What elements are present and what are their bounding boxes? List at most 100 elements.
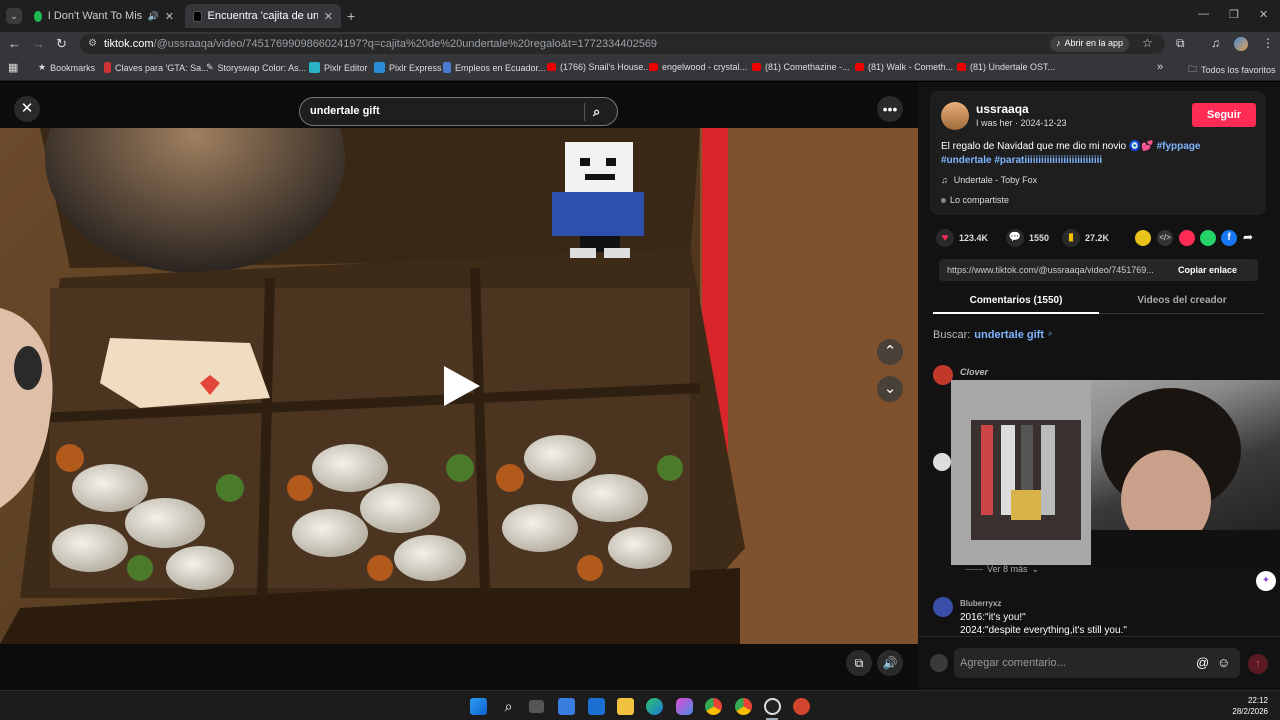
send-icon[interactable]: [1179, 230, 1195, 246]
reply-avatar[interactable]: [933, 453, 951, 471]
search-icon[interactable]: ⌕: [593, 98, 600, 125]
powerpoint-icon[interactable]: [793, 698, 810, 715]
reload-icon[interactable]: ↻: [56, 36, 67, 52]
bookmark-item[interactable]: Empleos en Ecuador...: [443, 62, 546, 73]
close-tab-icon[interactable]: ✕: [165, 10, 174, 23]
bookmarks-bar: ▦ ★ Bookmarks Claves para 'GTA: Sa... ✎ St…: [0, 56, 1280, 81]
hashtag[interactable]: #undertale #paratiiiiiiiiiiiiiiiiiiiiiii…: [941, 155, 1102, 166]
more-options-button[interactable]: •••: [877, 96, 903, 122]
search-icon[interactable]: ⌕: [500, 698, 517, 715]
bookmark-item[interactable]: ★ Bookmarks: [38, 62, 95, 73]
copy-link-button[interactable]: Copiar enlace: [1170, 259, 1258, 281]
bookmark-item[interactable]: (81) Undertale OST...: [957, 62, 1055, 72]
media-control-icon[interactable]: ♫: [1211, 36, 1220, 50]
bookmark-item[interactable]: (81) Comethazine -...: [752, 62, 850, 72]
comment-button[interactable]: 💬 1550: [1006, 229, 1049, 247]
follow-button[interactable]: Seguir: [1192, 103, 1256, 127]
star-icon: ★: [38, 62, 47, 72]
close-video-button[interactable]: ✕: [14, 96, 40, 122]
extensions-icon[interactable]: ⧉: [1176, 36, 1185, 51]
new-tab-button[interactable]: +: [347, 8, 355, 24]
youtube-icon: [547, 63, 556, 71]
close-tab-icon[interactable]: ✕: [324, 10, 333, 23]
play-icon[interactable]: [444, 366, 480, 406]
save-button[interactable]: ▮ 27.2K: [1062, 229, 1109, 247]
clock-date[interactable]: 28/2/2026: [1226, 707, 1268, 716]
video-sidebar: ussraaqa I was her · 2024-12-23 Seguir E…: [918, 82, 1280, 690]
like-button[interactable]: ♥ 123.4K: [936, 229, 988, 247]
taskbar: ⌕ 22:12 28/2/2026: [0, 690, 1280, 720]
maximize-button[interactable]: ❐: [1229, 8, 1239, 21]
picture-in-picture-button[interactable]: ⧉: [846, 650, 872, 676]
avatar[interactable]: [941, 102, 969, 130]
bookmark-item[interactable]: Pixlr Editor: [309, 62, 368, 73]
facebook-icon[interactable]: f: [1221, 230, 1237, 246]
search-term-link[interactable]: undertale gift: [974, 329, 1044, 341]
forward-icon[interactable]: →: [32, 36, 45, 51]
volume-icon[interactable]: 🔊: [877, 650, 903, 676]
obs-icon[interactable]: [764, 698, 781, 715]
file-explorer-icon[interactable]: [617, 698, 634, 715]
bookmark-item[interactable]: Claves para 'GTA: Sa...: [104, 62, 209, 73]
comment-input[interactable]: Agregar comentario... @ ☺: [954, 648, 1240, 678]
back-icon[interactable]: ←: [8, 36, 21, 51]
whatsapp-icon[interactable]: [1200, 230, 1216, 246]
search-label: Buscar:: [933, 329, 971, 341]
chrome-icon[interactable]: [705, 698, 722, 715]
profile-avatar[interactable]: [1234, 37, 1248, 51]
apps-grid-icon[interactable]: ▦: [8, 61, 18, 74]
store-icon[interactable]: [558, 698, 575, 715]
bookmark-item[interactable]: ✎ Storyswap Color: As...: [206, 62, 306, 73]
coin-icon[interactable]: [1135, 230, 1151, 246]
next-video-button[interactable]: ⌄: [877, 376, 903, 402]
minimize-button[interactable]: —: [1198, 8, 1209, 20]
all-favorites-folder[interactable]: 🗀 Todos los favoritos: [1188, 62, 1276, 78]
username[interactable]: ussraaqa: [976, 102, 1029, 116]
bookmark-item[interactable]: (81) Walk - Cometh...: [855, 62, 953, 72]
shared-label: Lo compartiste: [950, 195, 1010, 205]
post-comment-button[interactable]: ↑: [1248, 654, 1268, 674]
tab-spotify[interactable]: I Don't Want To Miss A Thin 🔊 ✕: [26, 4, 182, 28]
hashtag[interactable]: #fyppage: [1157, 141, 1201, 152]
tab-tiktok[interactable]: Encuentra 'cajita de undertale r ✕: [185, 4, 341, 28]
comment-username[interactable]: Bluberryxz: [960, 599, 1001, 608]
share-icon[interactable]: ➦: [1243, 230, 1253, 244]
webcam-scene: [951, 380, 1280, 565]
bookmark-item[interactable]: (1766) Snail's House...: [547, 62, 651, 72]
outlook-icon[interactable]: [588, 698, 605, 715]
music-title: Undertale - Toby Fox: [953, 175, 1038, 185]
see-more-replies[interactable]: Ver 8 más ⌄: [965, 564, 1039, 575]
bookmark-star-icon[interactable]: ☆: [1142, 36, 1153, 50]
open-app-chip[interactable]: ♪ Abrir en la app: [1050, 36, 1130, 52]
likes-count: 123.4K: [959, 233, 989, 243]
tab-creator-videos[interactable]: Videos del creador: [1099, 290, 1265, 314]
bookmark-item[interactable]: Pixlr Express: [374, 62, 442, 73]
edge-icon[interactable]: [646, 698, 663, 715]
mention-icon[interactable]: @: [1196, 648, 1209, 678]
embed-icon[interactable]: </>: [1157, 230, 1173, 246]
browser-menu-icon[interactable]: ⋮: [1262, 36, 1274, 50]
post-subtitle: I was her · 2024-12-23: [976, 118, 1067, 128]
close-window-button[interactable]: ✕: [1259, 8, 1268, 21]
clock-time[interactable]: 22:12: [1236, 696, 1268, 705]
more-bookmarks-icon[interactable]: »: [1157, 61, 1163, 73]
chrome-icon[interactable]: [735, 698, 752, 715]
bookmark-item[interactable]: engelwood - crystal...: [649, 62, 747, 72]
emoji-icon[interactable]: ☺: [1217, 648, 1230, 678]
tab-search-button[interactable]: ⌄: [6, 8, 22, 24]
floating-app-icon[interactable]: ✦: [1256, 571, 1276, 591]
music-row[interactable]: ♫ Undertale - Toby Fox: [941, 175, 1037, 185]
commenter-avatar[interactable]: [933, 365, 953, 385]
comment-username[interactable]: Clover: [960, 367, 988, 377]
my-avatar: [930, 654, 948, 672]
copilot-icon[interactable]: [676, 698, 693, 715]
site-info-icon[interactable]: ⚙: [88, 34, 97, 54]
video-search-input[interactable]: undertale gift ⌕: [299, 97, 618, 126]
windows-start-icon[interactable]: [470, 698, 487, 715]
video-player[interactable]: ✕ undertale gift ⌕ ••• ⌃ ⌄ ⧉ 🔊: [0, 82, 918, 690]
tab-comments[interactable]: Comentarios (1550): [933, 290, 1099, 314]
commenter-avatar[interactable]: [933, 597, 953, 617]
task-view-icon[interactable]: [529, 700, 544, 713]
url-field[interactable]: ⚙ tiktok.com/@ussraaqa/video/74517699098…: [80, 34, 1165, 54]
previous-video-button[interactable]: ⌃: [877, 339, 903, 365]
